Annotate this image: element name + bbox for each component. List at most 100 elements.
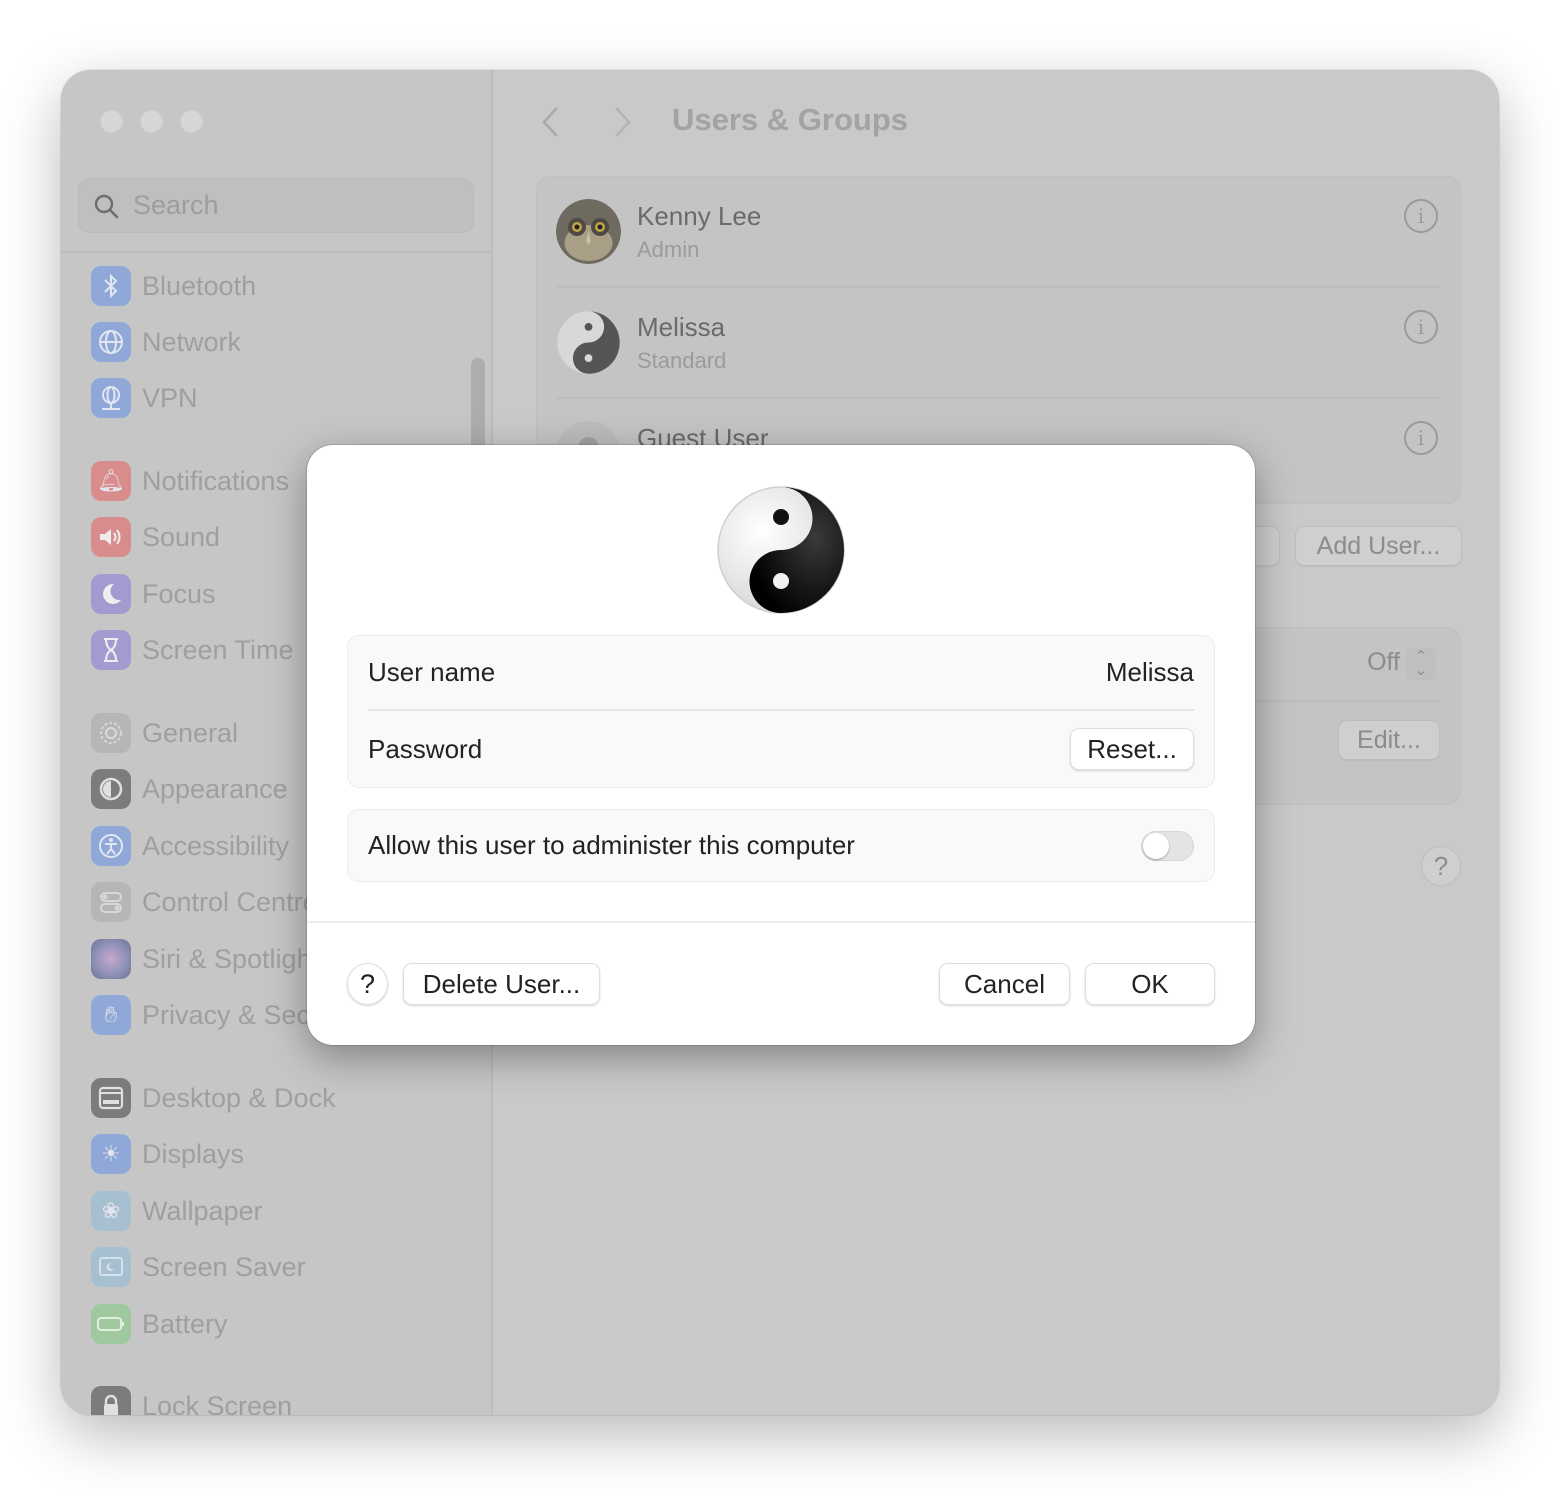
stepper-chevrons-icon[interactable]: ⌃ ⌄ <box>1406 648 1436 680</box>
setting-value[interactable]: Off <box>1367 648 1400 677</box>
sidebar-item-control-centre[interactable]: Control Centre <box>91 881 318 923</box>
chevron-right-icon <box>615 107 631 137</box>
sidebar-item-label: Screen Time <box>142 634 294 665</box>
ok-button[interactable]: OK <box>1085 963 1215 1005</box>
sidebar-item-label: Desktop & Dock <box>142 1082 336 1113</box>
sidebar-item-label: Battery <box>142 1308 228 1339</box>
sidebar-item-label: Notifications <box>142 465 290 496</box>
sidebar-item-label: Sound <box>142 521 221 552</box>
sidebar-item-battery[interactable]: Battery <box>91 1303 228 1345</box>
chevron-left-icon <box>542 107 558 137</box>
page-title: Users & Groups <box>672 102 909 137</box>
dock-icon <box>91 1078 131 1118</box>
sidebar-item-siri-spotlight[interactable]: Siri & Spotlight <box>91 938 319 980</box>
password-row: Password Reset... <box>348 711 1214 787</box>
sidebar-item-label: Appearance <box>142 773 288 804</box>
info-icon[interactable]: i <box>1404 421 1438 455</box>
sidebar-item-appearance[interactable]: Appearance <box>91 768 288 810</box>
sidebar-item-displays[interactable]: ☀︎ Displays <box>91 1133 244 1175</box>
admin-toggle[interactable] <box>1141 830 1194 861</box>
sidebar-item-label: Focus <box>142 578 216 609</box>
screensaver-icon <box>91 1247 131 1287</box>
info-icon[interactable]: i <box>1404 310 1438 344</box>
forward-button[interactable] <box>608 105 638 139</box>
sidebar-item-label: VPN <box>142 382 198 413</box>
sidebar-item-focus[interactable]: Focus <box>91 573 216 615</box>
reset-password-button[interactable]: Reset... <box>1070 728 1194 770</box>
sidebar-item-vpn[interactable]: VPN <box>91 377 198 419</box>
accessibility-icon <box>91 826 131 866</box>
sidebar-item-label: Bluetooth <box>142 270 257 301</box>
sidebar-item-general[interactable]: General <box>91 712 238 754</box>
sidebar-item-accessibility[interactable]: Accessibility <box>91 825 289 867</box>
user-name-row: User name Melissa <box>348 636 1214 709</box>
search-placeholder: Search <box>133 190 219 220</box>
zoom-window-button[interactable] <box>180 110 203 133</box>
sidebar-item-desktop-dock[interactable]: Desktop & Dock <box>91 1077 336 1119</box>
lock-icon <box>91 1386 131 1415</box>
user-name-label: User name <box>368 657 496 687</box>
yin-yang-avatar <box>717 486 845 614</box>
info-icon[interactable]: i <box>1404 199 1438 233</box>
password-label: Password <box>368 733 483 764</box>
sidebar-item-sound[interactable]: Sound <box>91 516 220 558</box>
yin-yang-avatar <box>556 310 621 375</box>
globe-icon <box>91 322 131 362</box>
hand-icon: ✋︎ <box>91 995 131 1035</box>
gear-icon <box>91 713 131 753</box>
sidebar-item-bluetooth[interactable]: Bluetooth <box>91 265 256 307</box>
search-icon <box>94 194 119 218</box>
owl-avatar <box>556 199 621 264</box>
sidebar-item-screen-saver[interactable]: Screen Saver <box>91 1246 306 1288</box>
cancel-button[interactable]: Cancel <box>939 963 1070 1005</box>
close-window-button[interactable] <box>100 110 123 133</box>
vpn-globe-icon <box>91 378 131 418</box>
footer-divider <box>307 921 1255 923</box>
admin-label: Allow this user to administer this compu… <box>368 830 855 860</box>
sun-icon: ☀︎ <box>91 1134 131 1174</box>
admin-row: Allow this user to administer this compu… <box>348 810 1214 881</box>
bell-icon: 🔔︎ <box>91 461 131 501</box>
edit-button[interactable]: Edit... <box>1338 720 1440 760</box>
sidebar-item-label: Wallpaper <box>142 1195 263 1226</box>
user-name: Melissa <box>637 312 726 342</box>
sidebar-item-label: Network <box>142 326 242 357</box>
search-field[interactable]: Search <box>78 178 474 233</box>
sidebar-divider <box>61 251 491 253</box>
edit-user-dialog: User name Melissa Password Reset... Allo… <box>307 445 1255 1045</box>
toggle-knob <box>1143 832 1169 859</box>
moon-icon <box>91 574 131 614</box>
sidebar-item-label: Displays <box>142 1138 245 1169</box>
delete-user-button[interactable]: Delete User... <box>403 963 600 1005</box>
hourglass-icon <box>91 630 131 670</box>
sidebar-item-network[interactable]: Network <box>91 321 241 363</box>
user-row[interactable]: Melissa Standard i <box>537 288 1460 399</box>
bluetooth-icon <box>91 266 131 306</box>
user-name: Kenny Lee <box>637 201 762 231</box>
sidebar-item-lock-screen[interactable]: Lock Screen <box>91 1385 292 1415</box>
traffic-lights <box>100 110 203 133</box>
help-button[interactable]: ? <box>347 963 388 1005</box>
account-group: User name Melissa Password Reset... <box>347 635 1215 788</box>
toggles-icon <box>91 882 131 922</box>
flower-icon: ❀ <box>91 1191 131 1231</box>
sidebar-item-screen-time[interactable]: Screen Time <box>91 629 294 671</box>
sidebar-item-label: Screen Saver <box>142 1251 306 1282</box>
minimize-window-button[interactable] <box>140 110 163 133</box>
sidebar-item-label: Siri & Spotlight <box>142 943 320 974</box>
add-user-button[interactable]: Add User... <box>1295 526 1462 566</box>
sidebar-item-wallpaper[interactable]: ❀ Wallpaper <box>91 1190 263 1232</box>
appearance-icon <box>91 769 131 809</box>
back-button[interactable] <box>535 105 565 139</box>
sidebar-item-label: General <box>142 717 239 748</box>
user-row[interactable]: Kenny Lee Admin i <box>537 177 1460 288</box>
user-role: Admin <box>637 237 700 262</box>
siri-icon <box>91 939 131 979</box>
admin-group: Allow this user to administer this compu… <box>347 809 1215 882</box>
user-name-value: Melissa <box>1105 657 1194 687</box>
battery-icon <box>91 1304 131 1344</box>
sidebar-item-label: Lock Screen <box>142 1390 293 1416</box>
speaker-icon <box>91 517 131 557</box>
sidebar-item-notifications[interactable]: 🔔︎ Notifications <box>91 460 289 502</box>
help-button[interactable]: ? <box>1421 846 1461 886</box>
